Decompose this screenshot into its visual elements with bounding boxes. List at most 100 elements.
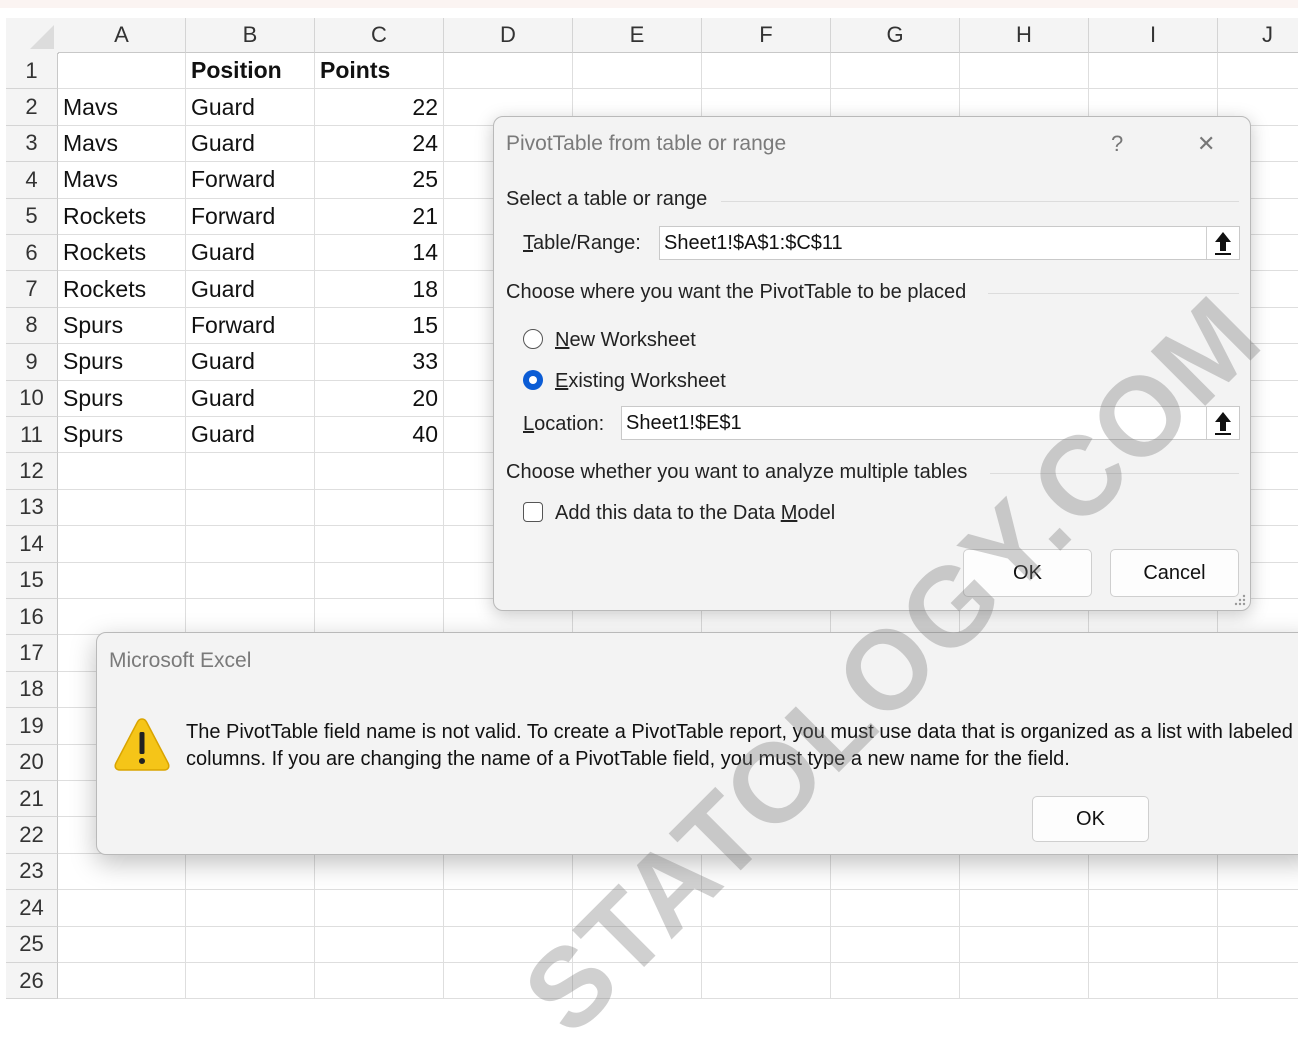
row-header-20[interactable]: 20	[6, 744, 58, 781]
cell-b1[interactable]: Position	[186, 53, 315, 90]
cell-b6[interactable]: Guard	[186, 235, 315, 272]
cell-g24[interactable]	[831, 890, 960, 927]
cell-b5[interactable]: Forward	[186, 198, 315, 235]
row-header-23[interactable]: 23	[6, 853, 58, 891]
row-header-15[interactable]: 15	[6, 562, 58, 599]
cell-c7[interactable]: 18	[315, 271, 444, 308]
new-worksheet-radio[interactable]	[523, 329, 543, 349]
cell-a4[interactable]: Mavs	[58, 162, 186, 199]
row-header-9[interactable]: 9	[6, 344, 58, 381]
cell-e25[interactable]	[573, 926, 702, 963]
cell-c10[interactable]: 20	[315, 380, 444, 417]
cell-c6[interactable]: 14	[315, 235, 444, 272]
cell-j26[interactable]	[1218, 963, 1298, 1000]
existing-worksheet-label[interactable]: Existing Worksheet	[555, 370, 726, 393]
cell-c11[interactable]: 40	[315, 417, 444, 454]
cell-c15[interactable]	[315, 562, 444, 599]
cell-b12[interactable]	[186, 453, 315, 490]
message-ok-button[interactable]: OK	[1032, 796, 1149, 842]
cell-e26[interactable]	[573, 963, 702, 1000]
row-header-10[interactable]: 10	[6, 380, 58, 417]
cell-a10[interactable]: Spurs	[58, 380, 186, 417]
collapse-dialog-button[interactable]	[1206, 227, 1239, 259]
cell-f23[interactable]	[702, 853, 831, 891]
row-header-21[interactable]: 21	[6, 781, 58, 818]
cancel-button[interactable]: Cancel	[1110, 549, 1239, 597]
resize-grip-icon[interactable]	[1234, 594, 1246, 606]
cell-a13[interactable]	[58, 489, 186, 527]
cell-e1[interactable]	[573, 53, 702, 90]
cell-a16[interactable]	[58, 599, 186, 636]
cell-e24[interactable]	[573, 890, 702, 927]
cell-c4[interactable]: 25	[315, 162, 444, 199]
location-input[interactable]: Sheet1!$E$1	[621, 406, 1240, 440]
close-icon[interactable]: ✕	[1197, 131, 1215, 157]
cell-c3[interactable]: 24	[315, 125, 444, 163]
cell-c12[interactable]	[315, 453, 444, 490]
cell-c14[interactable]	[315, 526, 444, 563]
cell-c5[interactable]: 21	[315, 198, 444, 235]
column-header-i[interactable]: I	[1089, 18, 1218, 53]
select-all-corner[interactable]	[6, 18, 59, 54]
cell-i24[interactable]	[1089, 890, 1218, 927]
cell-j25[interactable]	[1218, 927, 1298, 963]
cell-a7[interactable]: Rockets	[58, 271, 186, 308]
cell-b14[interactable]	[186, 526, 315, 563]
cell-c24[interactable]	[315, 890, 444, 927]
cell-a26[interactable]	[58, 963, 186, 1000]
cell-a23[interactable]	[58, 853, 186, 891]
cell-j23[interactable]	[1218, 854, 1298, 891]
cell-i23[interactable]	[1089, 853, 1218, 891]
column-header-f[interactable]: F	[702, 18, 831, 53]
cell-b4[interactable]: Forward	[186, 162, 315, 199]
cell-h23[interactable]	[960, 853, 1089, 891]
row-header-26[interactable]: 26	[6, 963, 58, 1000]
cell-b13[interactable]	[186, 489, 315, 527]
cell-c2[interactable]: 22	[315, 89, 444, 126]
row-header-11[interactable]: 11	[6, 417, 58, 454]
cell-c16[interactable]	[315, 599, 444, 636]
row-header-25[interactable]: 25	[6, 926, 58, 963]
row-header-1[interactable]: 1	[6, 53, 58, 90]
column-header-b[interactable]: B	[186, 18, 315, 53]
cell-a5[interactable]: Rockets	[58, 198, 186, 235]
column-header-e[interactable]: E	[573, 18, 702, 53]
cell-e23[interactable]	[573, 853, 702, 891]
cell-a3[interactable]: Mavs	[58, 125, 186, 163]
row-header-6[interactable]: 6	[6, 235, 58, 272]
cell-a6[interactable]: Rockets	[58, 235, 186, 272]
row-header-18[interactable]: 18	[6, 671, 58, 709]
cell-i26[interactable]	[1089, 963, 1218, 1000]
cell-b8[interactable]: Forward	[186, 307, 315, 345]
data-model-checkbox[interactable]	[523, 502, 543, 522]
table-range-input[interactable]: Sheet1!$A$1:$C$11	[659, 226, 1240, 260]
cell-g25[interactable]	[831, 926, 960, 963]
cell-b16[interactable]	[186, 599, 315, 636]
cell-b23[interactable]	[186, 853, 315, 891]
cell-h26[interactable]	[960, 963, 1089, 1000]
cell-b2[interactable]: Guard	[186, 89, 315, 126]
cell-j24[interactable]	[1218, 890, 1298, 927]
cell-a9[interactable]: Spurs	[58, 344, 186, 381]
cell-i25[interactable]	[1089, 926, 1218, 963]
cell-a24[interactable]	[58, 890, 186, 927]
cell-b11[interactable]: Guard	[186, 417, 315, 454]
cell-g26[interactable]	[831, 963, 960, 1000]
cell-a14[interactable]	[58, 526, 186, 563]
row-header-14[interactable]: 14	[6, 526, 58, 563]
cell-b9[interactable]: Guard	[186, 344, 315, 381]
cell-a12[interactable]	[58, 453, 186, 490]
column-header-c[interactable]: C	[315, 18, 444, 53]
cell-c8[interactable]: 15	[315, 307, 444, 345]
cell-b24[interactable]	[186, 890, 315, 927]
column-header-d[interactable]: D	[444, 18, 573, 53]
row-header-4[interactable]: 4	[6, 162, 58, 199]
cell-c13[interactable]	[315, 489, 444, 527]
cell-f1[interactable]	[702, 53, 831, 90]
collapse-dialog-button-location[interactable]	[1206, 407, 1239, 439]
row-header-8[interactable]: 8	[6, 307, 58, 345]
cell-d1[interactable]	[444, 53, 573, 90]
ok-button[interactable]: OK	[963, 549, 1092, 597]
cell-c23[interactable]	[315, 853, 444, 891]
cell-d26[interactable]	[444, 963, 573, 1000]
